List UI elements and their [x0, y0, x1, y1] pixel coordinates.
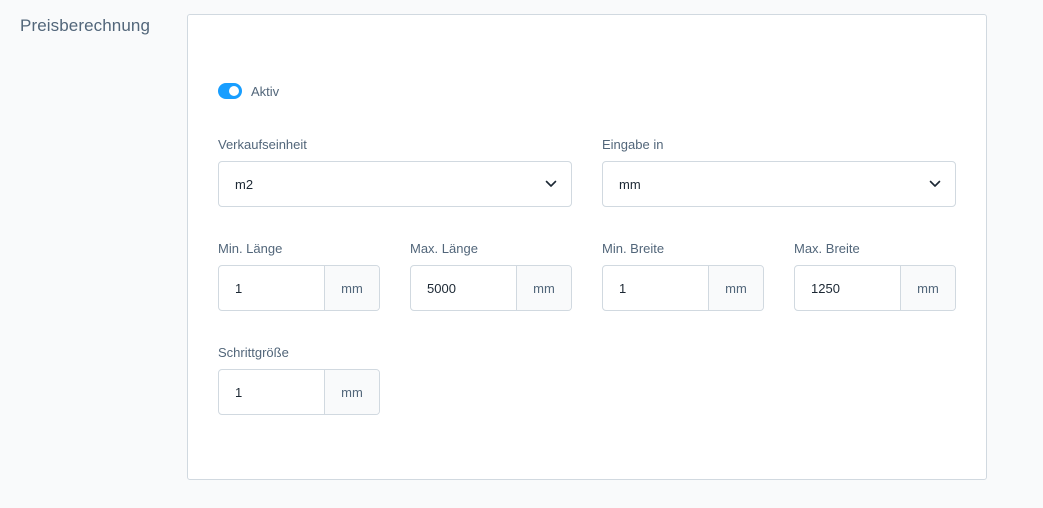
input-unit-field: Eingabe in mm — [602, 137, 956, 207]
active-toggle[interactable] — [218, 83, 242, 99]
sales-unit-label: Verkaufseinheit — [218, 137, 307, 152]
min-length-input-group: 1 mm — [218, 265, 380, 311]
step-size-label: Schrittgröße — [218, 345, 289, 360]
sales-unit-select[interactable]: m2 — [218, 161, 572, 207]
sales-unit-field: Verkaufseinheit m2 — [218, 137, 572, 207]
min-length-label: Min. Länge — [218, 241, 283, 256]
min-width-input-group: 1 mm — [602, 265, 764, 311]
max-width-input-group: 1250 mm — [794, 265, 956, 311]
max-length-field: Max. Länge 5000 mm — [410, 241, 572, 311]
active-toggle-label[interactable]: Aktiv — [251, 84, 279, 99]
price-calculation-card: Aktiv Verkaufseinheit m2 Eingabe in mm M… — [187, 14, 987, 480]
min-length-input[interactable]: 1 — [219, 266, 324, 310]
max-width-label: Max. Breite — [794, 241, 860, 256]
min-width-label: Min. Breite — [602, 241, 665, 256]
active-toggle-row: Aktiv — [218, 83, 279, 99]
chevron-down-icon — [545, 178, 557, 190]
min-width-field: Min. Breite 1 mm — [602, 241, 764, 311]
max-width-field: Max. Breite 1250 mm — [794, 241, 956, 311]
min-length-field: Min. Länge 1 mm — [218, 241, 380, 311]
step-size-unit: mm — [324, 370, 379, 414]
min-width-unit: mm — [708, 266, 763, 310]
max-width-input[interactable]: 1250 — [795, 266, 900, 310]
min-length-unit: mm — [324, 266, 379, 310]
min-width-input[interactable]: 1 — [603, 266, 708, 310]
section-title: Preisberechnung — [20, 16, 151, 35]
step-size-field: Schrittgröße 1 mm — [218, 345, 380, 415]
toggle-knob — [229, 86, 239, 96]
input-unit-value: mm — [619, 176, 641, 192]
sales-unit-value: m2 — [235, 176, 254, 192]
max-length-input-group: 5000 mm — [410, 265, 572, 311]
step-size-input-group: 1 mm — [218, 369, 380, 415]
max-length-input[interactable]: 5000 — [411, 266, 516, 310]
max-length-label: Max. Länge — [410, 241, 478, 256]
max-width-unit: mm — [900, 266, 955, 310]
input-unit-label: Eingabe in — [602, 137, 664, 152]
chevron-down-icon — [929, 178, 941, 190]
input-unit-select[interactable]: mm — [602, 161, 956, 207]
step-size-input[interactable]: 1 — [219, 370, 324, 414]
max-length-unit: mm — [516, 266, 571, 310]
